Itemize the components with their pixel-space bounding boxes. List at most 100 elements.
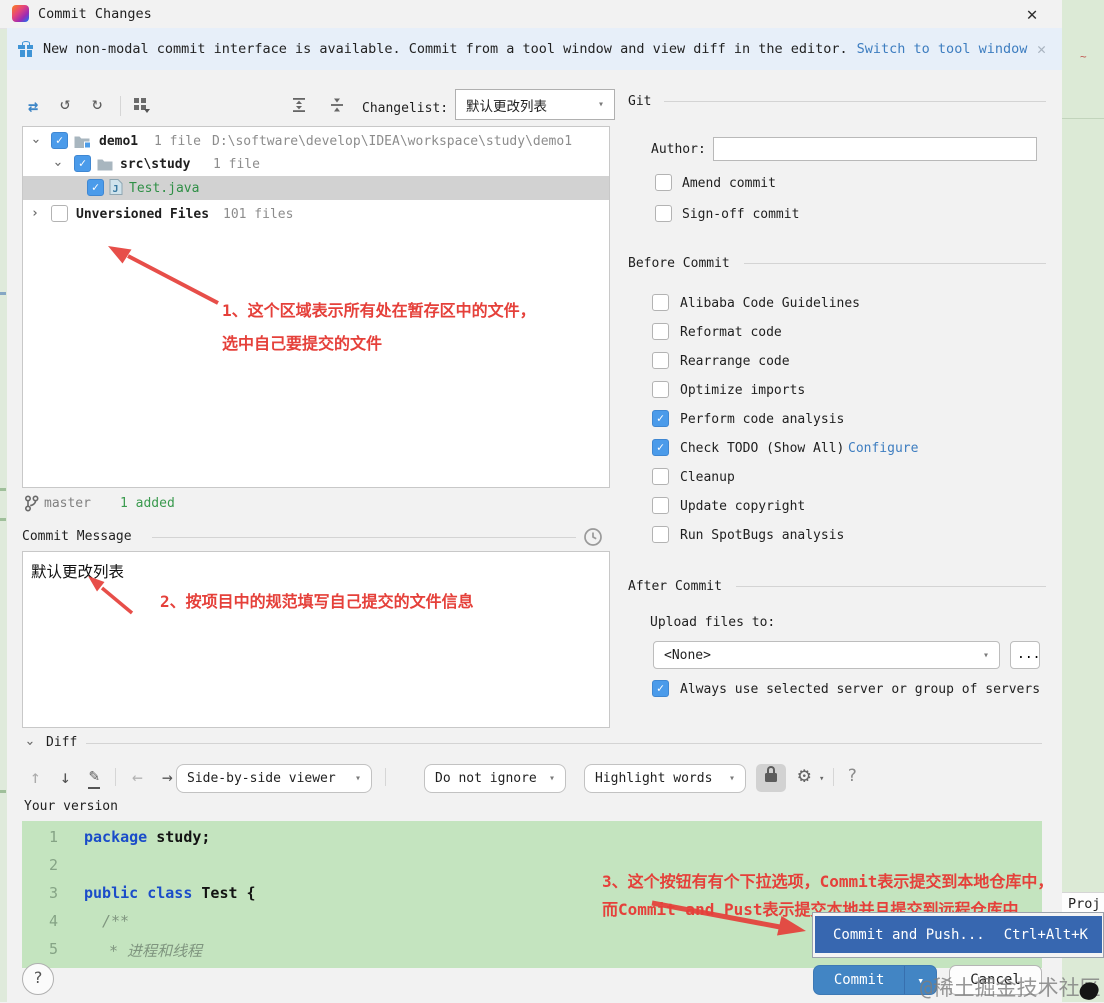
editor-error-mark: ~ [1080,50,1087,63]
whitespace-value: Do not ignore [435,771,537,786]
checkbox-reformat[interactable] [652,323,669,340]
gift-icon [18,41,33,57]
chevron-down-icon [541,773,555,784]
highlight-select[interactable]: Highlight words [584,764,746,793]
banner-link[interactable]: Switch to tool window [857,41,1028,57]
after-commit-header: After Commit [628,579,722,594]
tree-row-unversioned[interactable]: Unversioned Files 101 files [23,203,609,226]
banner-close-icon[interactable]: ✕ [1037,40,1046,58]
commit-and-push-shortcut: Ctrl+Alt+K [1003,926,1088,943]
checkbox-cleanup[interactable] [652,468,669,485]
checkbox-copyright[interactable] [652,497,669,514]
commit-button-label: Commit [833,972,885,988]
checkbox-alibaba[interactable] [652,294,669,311]
changelist-select[interactable]: 默认更改列表 [455,89,615,120]
checkbox-spotbugs[interactable] [652,526,669,543]
tree-node-name: demo1 [99,134,139,149]
sync-scroll-toggle[interactable] [756,764,786,792]
toolbar-divider [115,768,116,786]
commit-button[interactable]: Commit [814,966,904,994]
checkbox-demo1[interactable] [51,132,68,149]
signoff-commit-label: Sign-off commit [682,207,800,222]
viewer-select[interactable]: Side-by-side viewer [176,764,372,793]
amend-commit-checkbox[interactable] [655,174,672,191]
label-alibaba: Alibaba Code Guidelines [680,296,861,311]
background-tab-label: Proj [1068,896,1101,912]
banner-message: New non-modal commit interface is availa… [43,41,848,57]
upload-server-select[interactable]: <None> [653,641,1000,669]
edit-source-icon[interactable]: ✎ [88,766,101,789]
chevron-collapsed-icon[interactable] [31,207,39,220]
code-comment: /** [102,912,130,930]
group-by-icon[interactable] [134,98,150,117]
next-change-icon[interactable]: ↓ [60,767,71,788]
checkbox-check-todo[interactable] [652,439,669,456]
toolbar-divider [120,96,121,116]
author-label: Author: [651,142,706,157]
rollback-icon[interactable]: ↺ [60,96,70,113]
before-commit-header: Before Commit [628,256,730,271]
branch-name: master [44,496,91,511]
always-use-server-checkbox[interactable] [652,680,669,697]
tree-node-meta: 101 files [223,207,294,222]
configure-link[interactable]: Configure [848,441,918,456]
tree-node-meta: 1 file [154,134,201,149]
chevron-expanded-icon[interactable] [51,160,64,168]
prev-change-icon[interactable]: ↑ [30,767,41,788]
history-clock-icon[interactable] [583,527,603,551]
commit-and-push-item[interactable]: Commit and Push... Ctrl+Alt+K [815,916,1102,953]
tree-row-demo1[interactable]: demo1 1 file D:\software\develop\IDEA\wo… [23,130,609,153]
toolbar-divider [385,768,386,786]
java-file-icon: J [109,179,123,199]
label-copyright: Update copyright [680,499,806,514]
code-line: 1 package study; [22,828,1042,856]
tree-row-src-study[interactable]: src\study 1 file [23,153,609,176]
chevron-down-icon [347,773,361,784]
diff-collapse-icon[interactable] [23,739,36,747]
diff-help-icon[interactable]: ? [847,766,857,786]
checkbox-code-analysis[interactable] [652,410,669,427]
divider [152,537,576,538]
close-icon[interactable]: ✕ [1018,4,1046,25]
checkbox-test-java[interactable] [87,179,104,196]
label-check-todo: Check TODO (Show All) [680,441,845,456]
chevron-down-icon [598,99,604,110]
annotation-note1-line2: 选中自己要提交的文件 [222,334,383,353]
collapse-all-icon[interactable] [330,98,344,116]
forward-icon[interactable]: → [162,767,173,788]
diff-settings-gear-icon[interactable]: ⚙ [798,763,811,787]
tree-node-name: Test.java [129,181,200,196]
commit-options-popup: Commit and Push... Ctrl+Alt+K [812,912,1104,958]
commit-message-box[interactable]: 默认更改列表 [22,551,610,728]
label-reformat: Reformat code [680,325,782,340]
chevron-expanded-icon[interactable] [29,137,42,145]
app-logo-icon [12,5,29,22]
lock-icon [764,766,778,784]
label-cleanup: Cleanup [680,470,735,485]
branch-row: master 1 added [22,494,610,514]
gear-dropdown-icon [819,774,824,784]
whitespace-select[interactable]: Do not ignore [424,764,566,793]
move-to-changelist-icon[interactable]: ⇄ [28,97,38,117]
tree-row-test-java[interactable]: J Test.java [23,176,609,200]
refresh-icon[interactable]: ↻ [92,96,102,113]
code-rest: study; [147,828,211,846]
checkbox-optimize[interactable] [652,381,669,398]
browse-servers-button[interactable]: ... [1010,641,1040,669]
checkbox-rearrange[interactable] [652,352,669,369]
gutter-mark [0,518,6,521]
help-button[interactable]: ? [22,963,54,995]
changelist-value: 默认更改列表 [466,98,547,115]
checkbox-src-study[interactable] [74,155,91,172]
author-input[interactable] [713,137,1037,161]
back-icon[interactable]: ← [132,767,143,788]
amend-commit-label: Amend commit [682,176,776,191]
editor-background-right [1062,0,1104,1002]
editor-background-left [0,28,7,1002]
expand-all-icon[interactable] [292,98,306,116]
annotation-note3-line1: 3、这个按钮有有个下拉选项，Commit表示提交到本地仓库中， [602,872,1054,891]
checkbox-unversioned[interactable] [51,205,68,222]
added-count: 1 added [120,496,175,511]
signoff-commit-checkbox[interactable] [655,205,672,222]
line-number: 4 [48,912,58,930]
